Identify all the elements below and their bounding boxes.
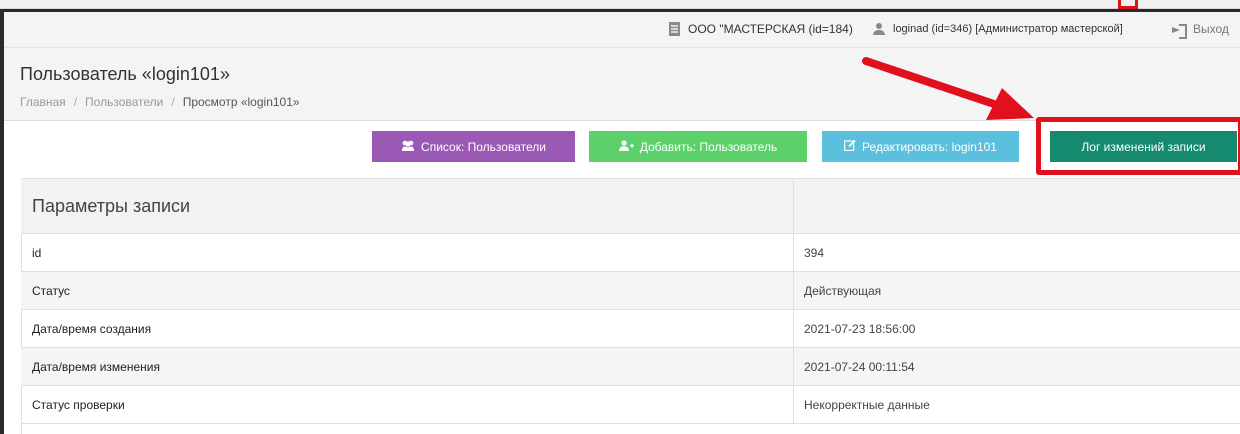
table-row: Статус Действующая	[21, 272, 1240, 310]
organization-link[interactable]: ООО "МАСТЕРСКАЯ (id=184)	[669, 22, 853, 36]
table-header-row: Параметры записи	[21, 178, 1240, 234]
table-row: Статус проверки Некорректные данные	[21, 386, 1240, 424]
row-label: Дата/время создания	[21, 310, 794, 347]
row-value: 2021-07-23 18:56:00	[804, 321, 916, 336]
edit-user-label: Редактировать: login101	[862, 139, 997, 154]
row-value: Некорректные данные	[804, 397, 930, 412]
add-user-button[interactable]: Добавить: Пользователь	[589, 131, 807, 162]
breadcrumb-home[interactable]: Главная	[20, 95, 66, 109]
user-plus-icon	[618, 139, 634, 154]
top-navbar: ООО "МАСТЕРСКАЯ (id=184) loginad (id=346…	[4, 12, 1240, 48]
user-icon	[873, 23, 885, 35]
section-title: Параметры записи	[21, 179, 794, 233]
building-icon	[669, 22, 680, 36]
edit-icon	[844, 139, 856, 154]
table-row: id 394	[21, 234, 1240, 272]
row-value: 394	[804, 245, 825, 260]
breadcrumb-separator: /	[73, 95, 78, 109]
breadcrumb-current: Просмотр «login101»	[182, 95, 300, 109]
user-link[interactable]: loginad (id=346) [Администратор мастерск…	[873, 23, 1123, 35]
logout-link[interactable]: Выход	[1172, 22, 1229, 39]
list-users-button[interactable]: Список: Пользователи	[372, 131, 575, 162]
table-row: Дата/время создания 2021-07-23 18:56:00	[21, 310, 1240, 348]
logout-icon	[1172, 23, 1187, 39]
annotation-highlight-box	[1036, 117, 1240, 175]
page-header: Пользователь «login101» Главная / Пользо…	[4, 48, 1240, 121]
row-value: 2021-07-24 00:11:54	[804, 359, 915, 374]
logout-label: Выход	[1193, 22, 1229, 36]
row-label: id	[21, 234, 794, 271]
row-value: Действующая	[804, 283, 882, 298]
page-title: Пользователь «login101»	[20, 64, 230, 84]
breadcrumb: Главная / Пользователи / Просмотр «login…	[20, 95, 300, 109]
breadcrumb-separator: /	[171, 95, 175, 109]
list-users-label: Список: Пользователи	[421, 139, 546, 154]
add-user-label: Добавить: Пользователь	[639, 139, 778, 154]
annotation-mark-fragment	[1118, 0, 1138, 9]
row-label: Дата/время изменения	[21, 348, 794, 385]
edit-user-button[interactable]: Редактировать: login101	[822, 131, 1019, 162]
header-value-cell	[794, 179, 1240, 233]
organization-label: ООО "МАСТЕРСКАЯ (id=184)	[688, 22, 853, 36]
breadcrumb-users[interactable]: Пользователи	[85, 95, 163, 109]
row-label: Статус проверки	[21, 386, 794, 423]
user-label: loginad (id=346) [Администратор мастерск…	[893, 23, 1123, 35]
background-window-strip	[0, 0, 1240, 9]
table-row: Дата/время изменения 2021-07-24 00:11:54	[21, 348, 1240, 386]
row-label: Статус	[21, 272, 794, 309]
users-icon	[401, 140, 415, 154]
